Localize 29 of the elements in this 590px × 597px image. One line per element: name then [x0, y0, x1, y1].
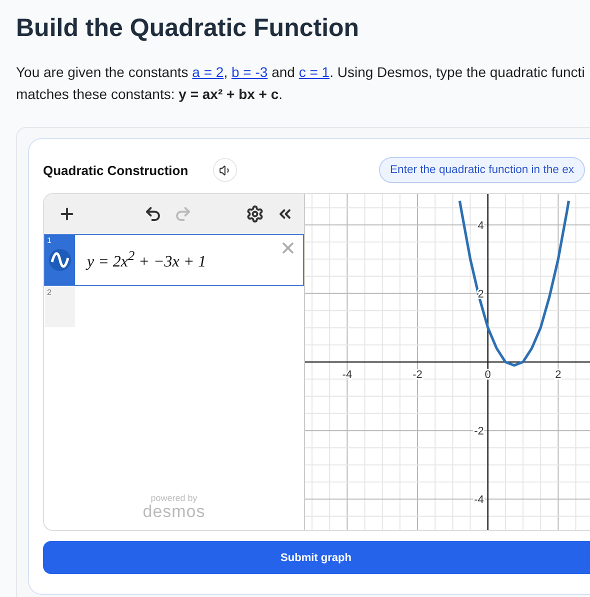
axis-label: 4	[478, 220, 484, 232]
undo-icon	[144, 205, 162, 223]
constant-link[interactable]: b = -3	[231, 64, 268, 80]
redo-icon	[174, 205, 192, 223]
brand-logo-text: desmos	[142, 503, 206, 520]
constant-link[interactable]: c = 1	[298, 64, 330, 80]
constant-link[interactable]: a = 2	[192, 64, 224, 80]
row-number: 2	[47, 288, 52, 297]
settings-button[interactable]	[244, 203, 266, 225]
speaker-button[interactable]	[213, 158, 237, 182]
powered-by-text: powered by	[150, 493, 198, 503]
wave-icon	[49, 249, 71, 271]
page-title: Build the Quadratic Function	[16, 14, 360, 43]
plus-icon	[58, 205, 76, 223]
axis-label: -2	[412, 369, 422, 381]
expression-row[interactable]: 2	[44, 286, 304, 328]
speaker-icon	[218, 164, 232, 176]
formula-text: y = 2x$^{2}$ + −3x + 1	[87, 248, 206, 272]
row-number: 1	[47, 236, 52, 245]
activity-title: Quadratic Construction	[43, 162, 190, 178]
axis-label: -4	[474, 494, 484, 506]
submit-button[interactable]: Submit graph	[43, 541, 590, 574]
axis-label: -2	[474, 426, 484, 438]
expression-row[interactable]: 1 y = 2x$^{2}$ + −3x + 1	[44, 234, 304, 286]
axis-label: 2	[555, 369, 562, 381]
instructions-text: You are given the constants a = 2, b = -3 and c = 1. Using Desmos, type the quadratic functi matches these constants: y = ax² + bx + c.	[16, 63, 586, 104]
axis-label: -4	[342, 369, 352, 381]
settings-icon	[246, 205, 264, 223]
hint-pill: Enter the quadratic function in the ex	[379, 157, 586, 183]
